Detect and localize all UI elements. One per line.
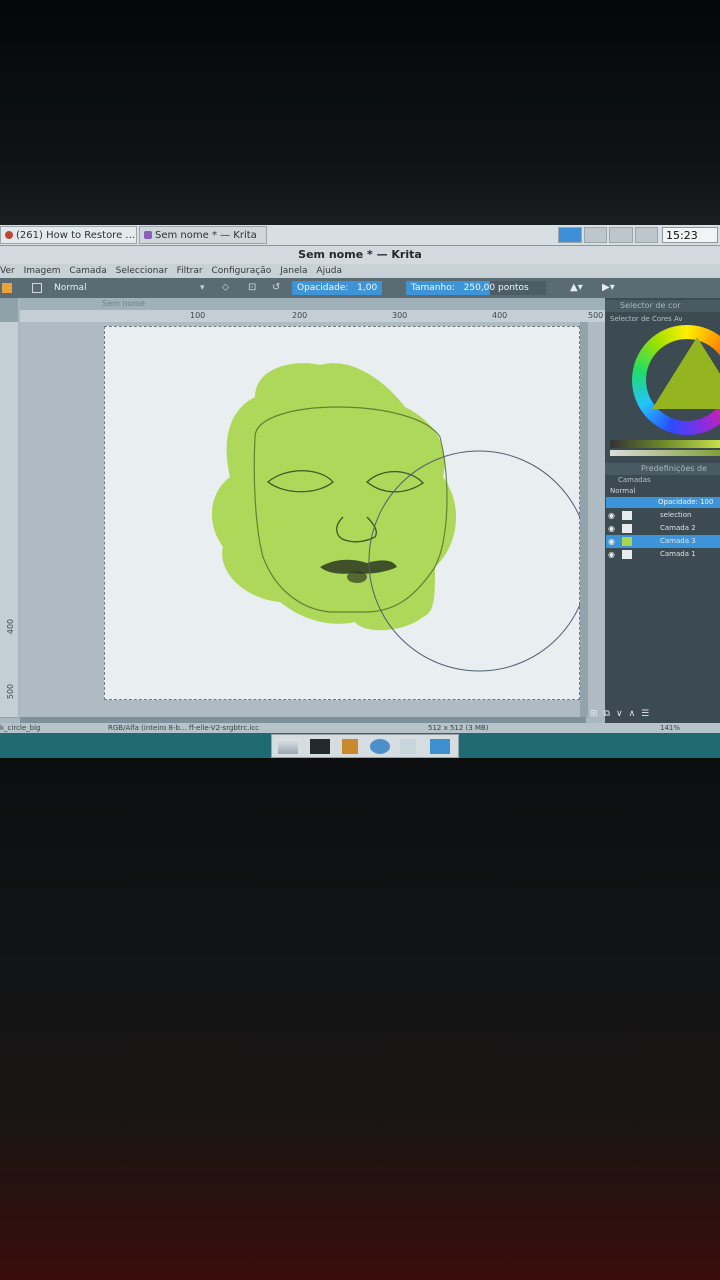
mirror-icon[interactable]: ▲▾ bbox=[570, 278, 583, 298]
ruler-tick: 100 bbox=[190, 311, 206, 320]
pattern-icon[interactable] bbox=[32, 283, 42, 293]
color-triangle[interactable] bbox=[652, 337, 720, 409]
move-up-icon[interactable]: ∧ bbox=[629, 709, 642, 719]
size-slider[interactable]: Tamanho: 250,00 pontos bbox=[406, 281, 546, 295]
eraser-icon[interactable]: ⬦ bbox=[222, 278, 229, 298]
color-docker-title[interactable]: Selector de cor bbox=[605, 300, 720, 312]
size-label: Tamanho: bbox=[411, 283, 455, 293]
drawing-canvas[interactable] bbox=[104, 326, 590, 700]
ruler-tick: 400 bbox=[492, 311, 508, 320]
taskbar bbox=[271, 734, 459, 758]
document-tab[interactable]: Sem nome bbox=[20, 298, 610, 310]
duplicate-icon[interactable]: ⧉ bbox=[604, 709, 616, 719]
vertical-scrollbar[interactable] bbox=[580, 322, 588, 717]
browser-tab-krita[interactable]: Sem nome * — Krita bbox=[139, 226, 267, 244]
menu-seleccionar[interactable]: Seleccionar bbox=[116, 266, 168, 276]
color-docker-subtitle: Selector de Cores Av bbox=[610, 315, 683, 323]
menu-configuracao[interactable]: Configuração bbox=[211, 266, 271, 276]
monitor-screen: (261) How to Restore ... Sem nome * — Kr… bbox=[0, 225, 720, 760]
browser-tab-youtube[interactable]: (261) How to Restore ... bbox=[0, 226, 137, 244]
layer-blend-mode[interactable]: Normal bbox=[610, 486, 720, 497]
chevron-down-icon[interactable]: ▾ bbox=[200, 278, 205, 298]
layer-row[interactable]: ◉ Camada 1 bbox=[606, 548, 720, 561]
layer-name: Camada 2 bbox=[660, 524, 696, 532]
krita-icon bbox=[144, 231, 152, 239]
color-history-strip[interactable] bbox=[610, 440, 720, 448]
move-down-icon[interactable]: ∨ bbox=[616, 709, 629, 719]
chin-mark bbox=[347, 571, 367, 583]
size-value: 250,00 pontos bbox=[463, 283, 529, 293]
opacity-slider[interactable]: Opacidade: 1,00 bbox=[292, 281, 382, 295]
terminal-icon[interactable] bbox=[310, 739, 330, 754]
workspace-switcher[interactable] bbox=[558, 227, 658, 243]
browser-icon[interactable] bbox=[370, 739, 390, 754]
menu-imagem[interactable]: Imagem bbox=[24, 266, 61, 276]
opacity-label: Opacidade: bbox=[297, 283, 349, 293]
ruler-tick: 200 bbox=[292, 311, 308, 320]
eye-icon[interactable]: ◉ bbox=[608, 548, 615, 561]
photo-background-bottom bbox=[0, 760, 720, 1280]
layer-thumbnail bbox=[622, 511, 632, 520]
artwork bbox=[211, 363, 590, 672]
tab-label: Sem nome * — Krita bbox=[155, 230, 257, 241]
ruler-vertical: 400 500 bbox=[0, 322, 18, 717]
zoom-level[interactable]: 141% bbox=[660, 723, 680, 733]
workspace-3[interactable] bbox=[609, 227, 633, 243]
archive-icon[interactable] bbox=[342, 739, 358, 754]
youtube-icon bbox=[5, 231, 13, 239]
window-title: Sem nome * — Krita bbox=[0, 246, 720, 264]
layer-thumbnail bbox=[622, 524, 632, 533]
lock-alpha-icon[interactable]: ⊡ bbox=[248, 278, 256, 298]
tool-options-bar: Normal ▾ ⬦ ⊡ ↺ Opacidade: 1,00 Tamanho: … bbox=[0, 278, 720, 298]
layer-name: Camada 1 bbox=[660, 550, 696, 558]
menu-filtrar[interactable]: Filtrar bbox=[177, 266, 203, 276]
files-icon[interactable] bbox=[278, 739, 298, 754]
eye-icon[interactable]: ◉ bbox=[608, 509, 615, 522]
image-dimensions: 512 x 512 (3 MB) bbox=[428, 724, 489, 732]
reset-icon[interactable]: ↺ bbox=[272, 278, 280, 298]
menu-camada[interactable]: Camada bbox=[69, 266, 106, 276]
green-paint-blob bbox=[211, 363, 457, 631]
menu-bar: Ver Imagem Camada Seleccionar Filtrar Co… bbox=[0, 264, 720, 278]
menu-janela[interactable]: Janela bbox=[280, 266, 307, 276]
eye-icon[interactable]: ◉ bbox=[608, 522, 615, 535]
color-space: RGB/Alfa (inteiro 8-b... ff-elle-V2-srgb… bbox=[108, 724, 260, 732]
wrap-icon[interactable]: ▶▾ bbox=[602, 278, 615, 298]
folder-icon[interactable] bbox=[430, 739, 450, 754]
photo-background-top bbox=[0, 0, 720, 225]
search-icon[interactable] bbox=[400, 739, 416, 754]
clock[interactable]: 15:23 bbox=[662, 227, 718, 243]
color-patches[interactable] bbox=[610, 450, 720, 456]
layers-docker-subtitle: Camadas bbox=[618, 476, 651, 484]
status-bar: k_circle_big RGB/Alfa (inteiro 8-b... ff… bbox=[0, 723, 720, 733]
tab-label: (261) How to Restore ... bbox=[16, 230, 135, 241]
layer-row-selected[interactable]: ◉ Camada 3 bbox=[606, 535, 720, 548]
layer-thumbnail bbox=[622, 537, 632, 546]
workspace-4[interactable] bbox=[634, 227, 658, 243]
layer-buttons: ⊞⧉∨∧☰ bbox=[590, 707, 720, 721]
workspace-2[interactable] bbox=[583, 227, 607, 243]
brush-name[interactable]: k_circle_big bbox=[0, 723, 41, 733]
color-swatch-icon[interactable] bbox=[2, 283, 12, 293]
layers-docker-title[interactable]: Predefinições de bbox=[605, 463, 720, 475]
layer-name: Camada 3 bbox=[660, 537, 696, 545]
ruler-tick: 400 bbox=[6, 618, 16, 635]
layer-row[interactable]: ◉ Camada 2 bbox=[606, 522, 720, 535]
eye-icon[interactable]: ◉ bbox=[608, 535, 615, 548]
ruler-tick: 500 bbox=[588, 311, 604, 320]
opacity-value: 1,00 bbox=[357, 283, 378, 293]
layer-row[interactable]: ◉ selection bbox=[606, 509, 720, 522]
layer-name: selection bbox=[660, 511, 692, 519]
workspace-1[interactable] bbox=[558, 227, 582, 243]
blend-mode-select[interactable]: Normal bbox=[54, 278, 87, 298]
add-layer-icon[interactable]: ⊞ bbox=[590, 709, 604, 719]
ruler-tick: 500 bbox=[6, 683, 16, 700]
top-panel: (261) How to Restore ... Sem nome * — Kr… bbox=[0, 225, 720, 246]
settings-icon[interactable]: ☰ bbox=[641, 709, 655, 719]
layer-opacity[interactable]: Opacidade: 100 bbox=[606, 497, 720, 508]
menu-ver[interactable]: Ver bbox=[0, 266, 15, 276]
menu-ajuda[interactable]: Ajuda bbox=[316, 266, 342, 276]
layer-thumbnail bbox=[622, 550, 632, 559]
ruler-tick: 300 bbox=[392, 311, 408, 320]
